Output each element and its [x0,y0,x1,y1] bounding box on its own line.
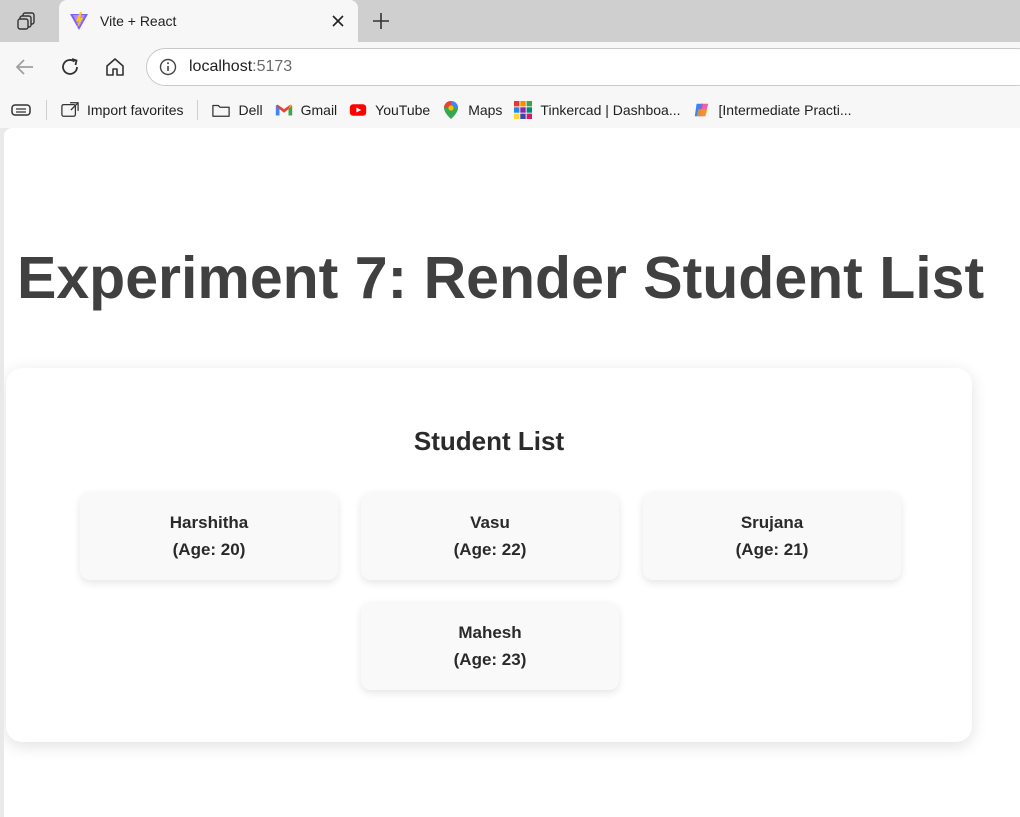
student-age: (Age: 23) [453,650,527,669]
student-name: Mahesh [458,623,522,642]
copilot-icon [693,101,711,119]
student-card: Srujana (Age: 21) [643,492,901,580]
new-tab-button[interactable] [366,6,396,36]
page-viewport: Experiment 7: Render Student List Studen… [4,128,1020,817]
favorite-label: Tinkercad | Dashboa... [540,102,681,118]
tab-title: Vite + React [100,13,177,29]
maps-icon [442,101,460,119]
close-tab-button[interactable] [324,7,352,35]
home-button[interactable] [100,52,130,82]
favorites-divider [197,100,199,120]
gmail-icon [275,101,293,119]
favorite-dell[interactable]: Dell [206,96,268,124]
back-arrow-icon [15,59,33,75]
favorite-label: Gmail [300,102,338,118]
address-bar[interactable]: localhost:5173 [146,48,1020,86]
home-icon [106,58,124,76]
page-title: Experiment 7: Render Student List [17,245,985,311]
favorite-import[interactable]: Import favorites [55,96,189,124]
student-age: (Age: 21) [735,540,809,559]
favorite-label: Import favorites [87,102,184,118]
favorite-label: YouTube [375,102,431,118]
vite-icon [68,10,90,32]
url-host: localhost [189,58,253,75]
favorite-gmail[interactable]: Gmail [269,96,344,124]
url-text: localhost:5173 [189,58,292,76]
tab-strip: Vite + React [0,0,1020,42]
folder-icon [212,101,231,119]
collections-button[interactable] [0,96,38,124]
tinkercad-icon [514,101,533,119]
favorite-label: [Intermediate Practi... [718,102,852,118]
student-card: Mahesh (Age: 23) [361,602,619,690]
browser-toolbar: localhost:5173 [0,42,1020,92]
close-icon [332,15,344,27]
url-port: :5173 [252,58,293,75]
back-button[interactable] [10,52,40,82]
tab-actions-icon [17,12,35,30]
tab-actions-button[interactable] [8,6,46,36]
favorite-maps[interactable]: Maps [436,96,508,124]
favorite-youtube[interactable]: YouTube [343,96,436,124]
student-name: Harshitha [169,513,249,532]
import-icon [61,101,79,119]
site-info-icon[interactable] [157,56,179,78]
favorite-intermediate[interactable]: [Intermediate Practi... [687,96,858,124]
favorite-label: Dell [238,102,263,118]
student-age: (Age: 20) [172,540,246,559]
student-card: Harshitha (Age: 20) [80,492,338,580]
favorites-bar: Import favorites Dell Gmail YouTube Maps… [0,92,1020,128]
student-age: (Age: 22) [453,540,527,559]
youtube-icon [349,101,367,119]
favorite-label: Maps [468,102,503,118]
refresh-icon [62,58,78,75]
student-name: Srujana [740,513,804,532]
student-name: Vasu [470,513,510,532]
collections-icon [11,104,31,116]
favorite-tinkercad[interactable]: Tinkercad | Dashboa... [508,96,686,124]
tab-active[interactable]: Vite + React [59,0,358,42]
favorites-divider [46,100,47,120]
student-card: Vasu (Age: 22) [361,492,619,580]
plus-icon [373,13,389,29]
student-list-card: Student List Harshitha (Age: 20) Vasu (A… [6,368,972,742]
card-title: Student List [413,426,565,456]
refresh-button[interactable] [55,52,85,82]
